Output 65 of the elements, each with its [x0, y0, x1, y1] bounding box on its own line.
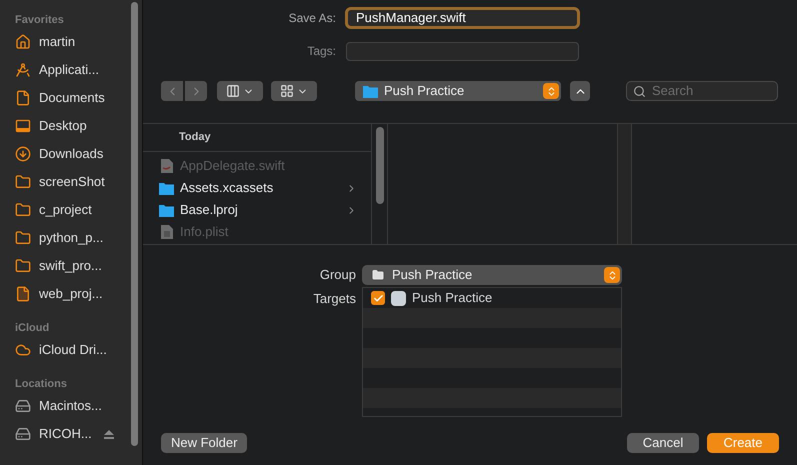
sidebar-item[interactable]: Macintos...	[15, 392, 142, 420]
sidebar-item[interactable]: Applicati...	[15, 56, 142, 84]
download-icon	[15, 146, 31, 162]
new-folder-button[interactable]: New Folder	[161, 433, 248, 453]
sidebar-item[interactable]: martin	[15, 28, 142, 56]
folder-icon	[15, 230, 31, 246]
scroll-bar[interactable]	[376, 127, 384, 204]
enclosing-folder-button[interactable]	[570, 81, 590, 101]
cancel-button[interactable]: Cancel	[627, 433, 699, 453]
folder-icon	[15, 258, 31, 274]
sidebar-item[interactable]: web_proj...	[15, 280, 142, 308]
sidebar-item[interactable]: Downloads	[15, 140, 142, 168]
target-name: Push Practice	[412, 289, 492, 308]
folder-icon	[159, 204, 174, 216]
sidebar-item[interactable]: screenShot	[15, 168, 142, 196]
section-header: Today	[179, 130, 211, 146]
sidebar-item[interactable]: RICOH...	[15, 420, 142, 448]
columns-icon	[226, 84, 240, 98]
sidebar-heading: iCloud	[15, 321, 50, 336]
folder-icon	[372, 269, 384, 281]
checkmark-icon	[372, 292, 384, 304]
sidebar-item[interactable]: c_project	[15, 196, 142, 224]
search-icon	[633, 84, 646, 98]
stepper-icon	[604, 267, 620, 283]
document-icon	[15, 90, 31, 106]
tags-field[interactable]	[346, 42, 579, 60]
sidebar-heading: Favorites	[15, 13, 65, 28]
sidebar-item[interactable]: iCloud Dri...	[15, 336, 142, 364]
stepper-icon	[543, 83, 559, 99]
swift-file-icon	[160, 159, 172, 173]
sidebar-item[interactable]: Documents	[15, 84, 142, 112]
drive-icon	[15, 398, 31, 414]
document-icon	[15, 286, 31, 302]
scroll-bar[interactable]	[131, 2, 138, 446]
grid-icon	[280, 84, 294, 98]
location-dropdown[interactable]: Push Practice	[355, 81, 561, 101]
target-checkbox[interactable]	[371, 291, 385, 305]
group-label: Group	[318, 266, 357, 284]
sidebar-item[interactable]: swift_pro...	[15, 252, 142, 280]
file-row[interactable]: Base.lproj	[143, 199, 371, 221]
app-target-icon	[391, 290, 406, 306]
compass-icon	[15, 62, 31, 78]
file-icon	[160, 225, 172, 239]
targets-label: Targets	[312, 290, 357, 308]
view-mode-button[interactable]	[217, 81, 263, 101]
house-icon	[15, 34, 31, 50]
folder-icon	[15, 202, 31, 218]
sidebar-heading: Locations	[15, 377, 68, 392]
save-as-label: Save As:	[288, 10, 337, 27]
group-by-button[interactable]	[271, 81, 317, 101]
back-button[interactable]	[161, 81, 183, 101]
desktop-icon	[15, 118, 31, 134]
drive-icon	[15, 426, 31, 442]
group-dropdown[interactable]: Push Practice	[362, 265, 622, 285]
tags-label: Tags:	[306, 43, 337, 60]
folder-icon	[15, 174, 31, 190]
cloud-icon	[15, 342, 31, 358]
folder-icon	[159, 182, 174, 194]
file-row[interactable]: Assets.xcassets	[143, 177, 371, 199]
sidebar-item[interactable]: python_p...	[15, 224, 142, 252]
eject-icon[interactable]	[104, 430, 114, 438]
forward-button[interactable]	[185, 81, 207, 101]
folder-icon	[363, 84, 378, 98]
filename-field[interactable]: PushManager.swift	[345, 7, 580, 29]
sidebar-item[interactable]: Desktop	[15, 112, 142, 140]
